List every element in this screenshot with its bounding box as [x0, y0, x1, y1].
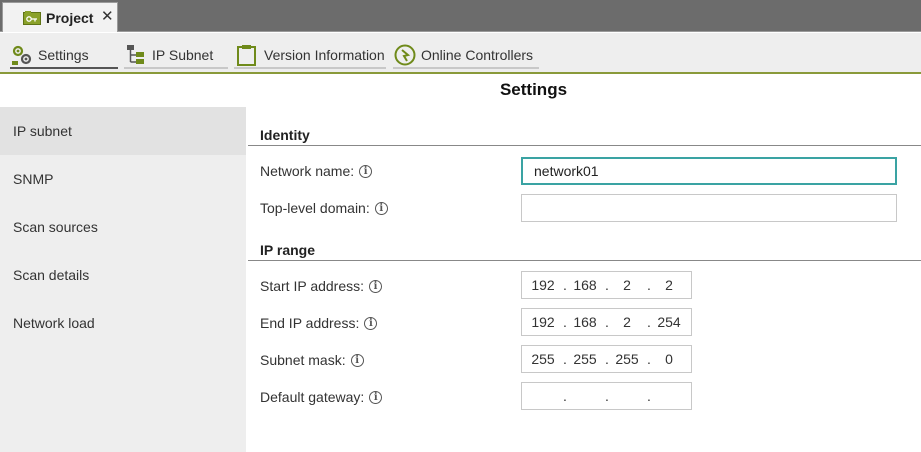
toolbar-settings-button[interactable]: Settings	[10, 41, 118, 69]
start-ip-field-label: Start IP address: i	[260, 278, 383, 294]
ip-octet[interactable]: 255	[610, 351, 644, 367]
end-ip-field-label: End IP address: i	[260, 315, 378, 331]
info-icon[interactable]: i	[369, 279, 383, 293]
network-name-label: Network name:	[260, 163, 355, 179]
ip-octet[interactable]: 254	[652, 314, 686, 330]
section-divider	[248, 145, 921, 146]
sidebar-item-snmp[interactable]: SNMP	[0, 155, 246, 203]
info-icon[interactable]: i	[364, 316, 378, 330]
project-tab[interactable]: Project ✕	[2, 2, 118, 32]
subnet-mask-field-label: Subnet mask: i	[260, 352, 364, 368]
toolbar-ip-subnet-label: IP Subnet	[152, 46, 214, 63]
ip-subnet-icon	[127, 44, 144, 64]
ip-range-section-title: IP range	[260, 242, 315, 258]
toolbar-version-information-label: Version Information	[264, 46, 385, 63]
ip-octet[interactable]: 192	[526, 314, 560, 330]
ip-octet[interactable]: 168	[568, 314, 602, 330]
toolbar-version-information-button[interactable]: Version Information	[234, 41, 386, 69]
default-gateway-field-label: Default gateway: i	[260, 389, 383, 405]
ip-dot: .	[605, 351, 609, 367]
ip-octet[interactable]: 2	[610, 277, 644, 293]
tld-label: Top-level domain:	[260, 200, 370, 216]
ip-dot: .	[647, 351, 651, 367]
ip-octet[interactable]: 192	[526, 277, 560, 293]
network-name-field-label: Network name: i	[260, 163, 373, 179]
ip-dot: .	[647, 314, 651, 330]
active-indicator	[10, 67, 118, 69]
toolbar-online-controllers-label: Online Controllers	[421, 46, 534, 63]
ip-dot: .	[605, 277, 609, 293]
subnet-mask-input[interactable]: 255 . 255 . 255 . 0	[521, 345, 692, 373]
online-controllers-icon	[394, 44, 416, 65]
ip-octet[interactable]: 0	[652, 351, 686, 367]
project-icon	[23, 11, 41, 25]
info-icon[interactable]: i	[359, 164, 373, 178]
ip-octet[interactable]: 2	[652, 277, 686, 293]
identity-section-title: Identity	[260, 127, 310, 143]
section-divider	[248, 260, 921, 261]
subnet-mask-label: Subnet mask:	[260, 352, 346, 368]
start-ip-input[interactable]: 192 . 168 . 2 . 2	[521, 271, 692, 299]
ip-dot: .	[563, 277, 567, 293]
info-icon[interactable]: i	[369, 390, 383, 404]
sidebar-item-ip-subnet[interactable]: IP subnet	[0, 107, 246, 155]
ip-dot: .	[647, 388, 651, 404]
end-ip-input[interactable]: 192 . 168 . 2 . 254	[521, 308, 692, 336]
end-ip-label: End IP address:	[260, 315, 360, 331]
settings-sidebar: IP subnet SNMP Scan sources Scan details…	[0, 107, 246, 452]
start-ip-label: Start IP address:	[260, 278, 365, 294]
ip-dot: .	[605, 388, 609, 404]
default-gateway-input[interactable]: . . .	[521, 382, 692, 410]
close-icon[interactable]: ✕	[101, 9, 114, 25]
ip-octet[interactable]: 168	[568, 277, 602, 293]
ip-octet[interactable]: 255	[526, 351, 560, 367]
toolbar-settings-label: Settings	[38, 46, 89, 63]
ip-dot: .	[563, 314, 567, 330]
document-tab-bar: Project ✕	[0, 0, 921, 32]
settings-gears-icon	[12, 45, 32, 65]
toolbar-ip-subnet-button[interactable]: IP Subnet	[124, 41, 228, 69]
tld-field-label: Top-level domain: i	[260, 200, 388, 216]
default-gateway-label: Default gateway:	[260, 389, 365, 405]
page-title: Settings	[499, 80, 568, 99]
project-tab-label: Project	[46, 9, 94, 26]
ip-dot: .	[647, 277, 651, 293]
info-icon[interactable]: i	[374, 201, 388, 215]
info-icon[interactable]: i	[350, 353, 364, 367]
toolbar-online-controllers-button[interactable]: Online Controllers	[393, 41, 539, 69]
network-name-input[interactable]	[521, 157, 897, 185]
ip-dot: .	[563, 351, 567, 367]
ip-dot: .	[563, 388, 567, 404]
clipboard-icon	[237, 44, 256, 66]
ip-octet[interactable]: 2	[610, 314, 644, 330]
ip-octet[interactable]: 255	[568, 351, 602, 367]
sidebar-item-scan-sources[interactable]: Scan sources	[0, 203, 246, 251]
tld-input[interactable]	[521, 194, 897, 222]
view-toolbar: Settings IP Subnet Version Information O…	[0, 33, 921, 74]
sidebar-item-network-load[interactable]: Network load	[0, 299, 246, 347]
sidebar-item-scan-details[interactable]: Scan details	[0, 251, 246, 299]
ip-dot: .	[605, 314, 609, 330]
